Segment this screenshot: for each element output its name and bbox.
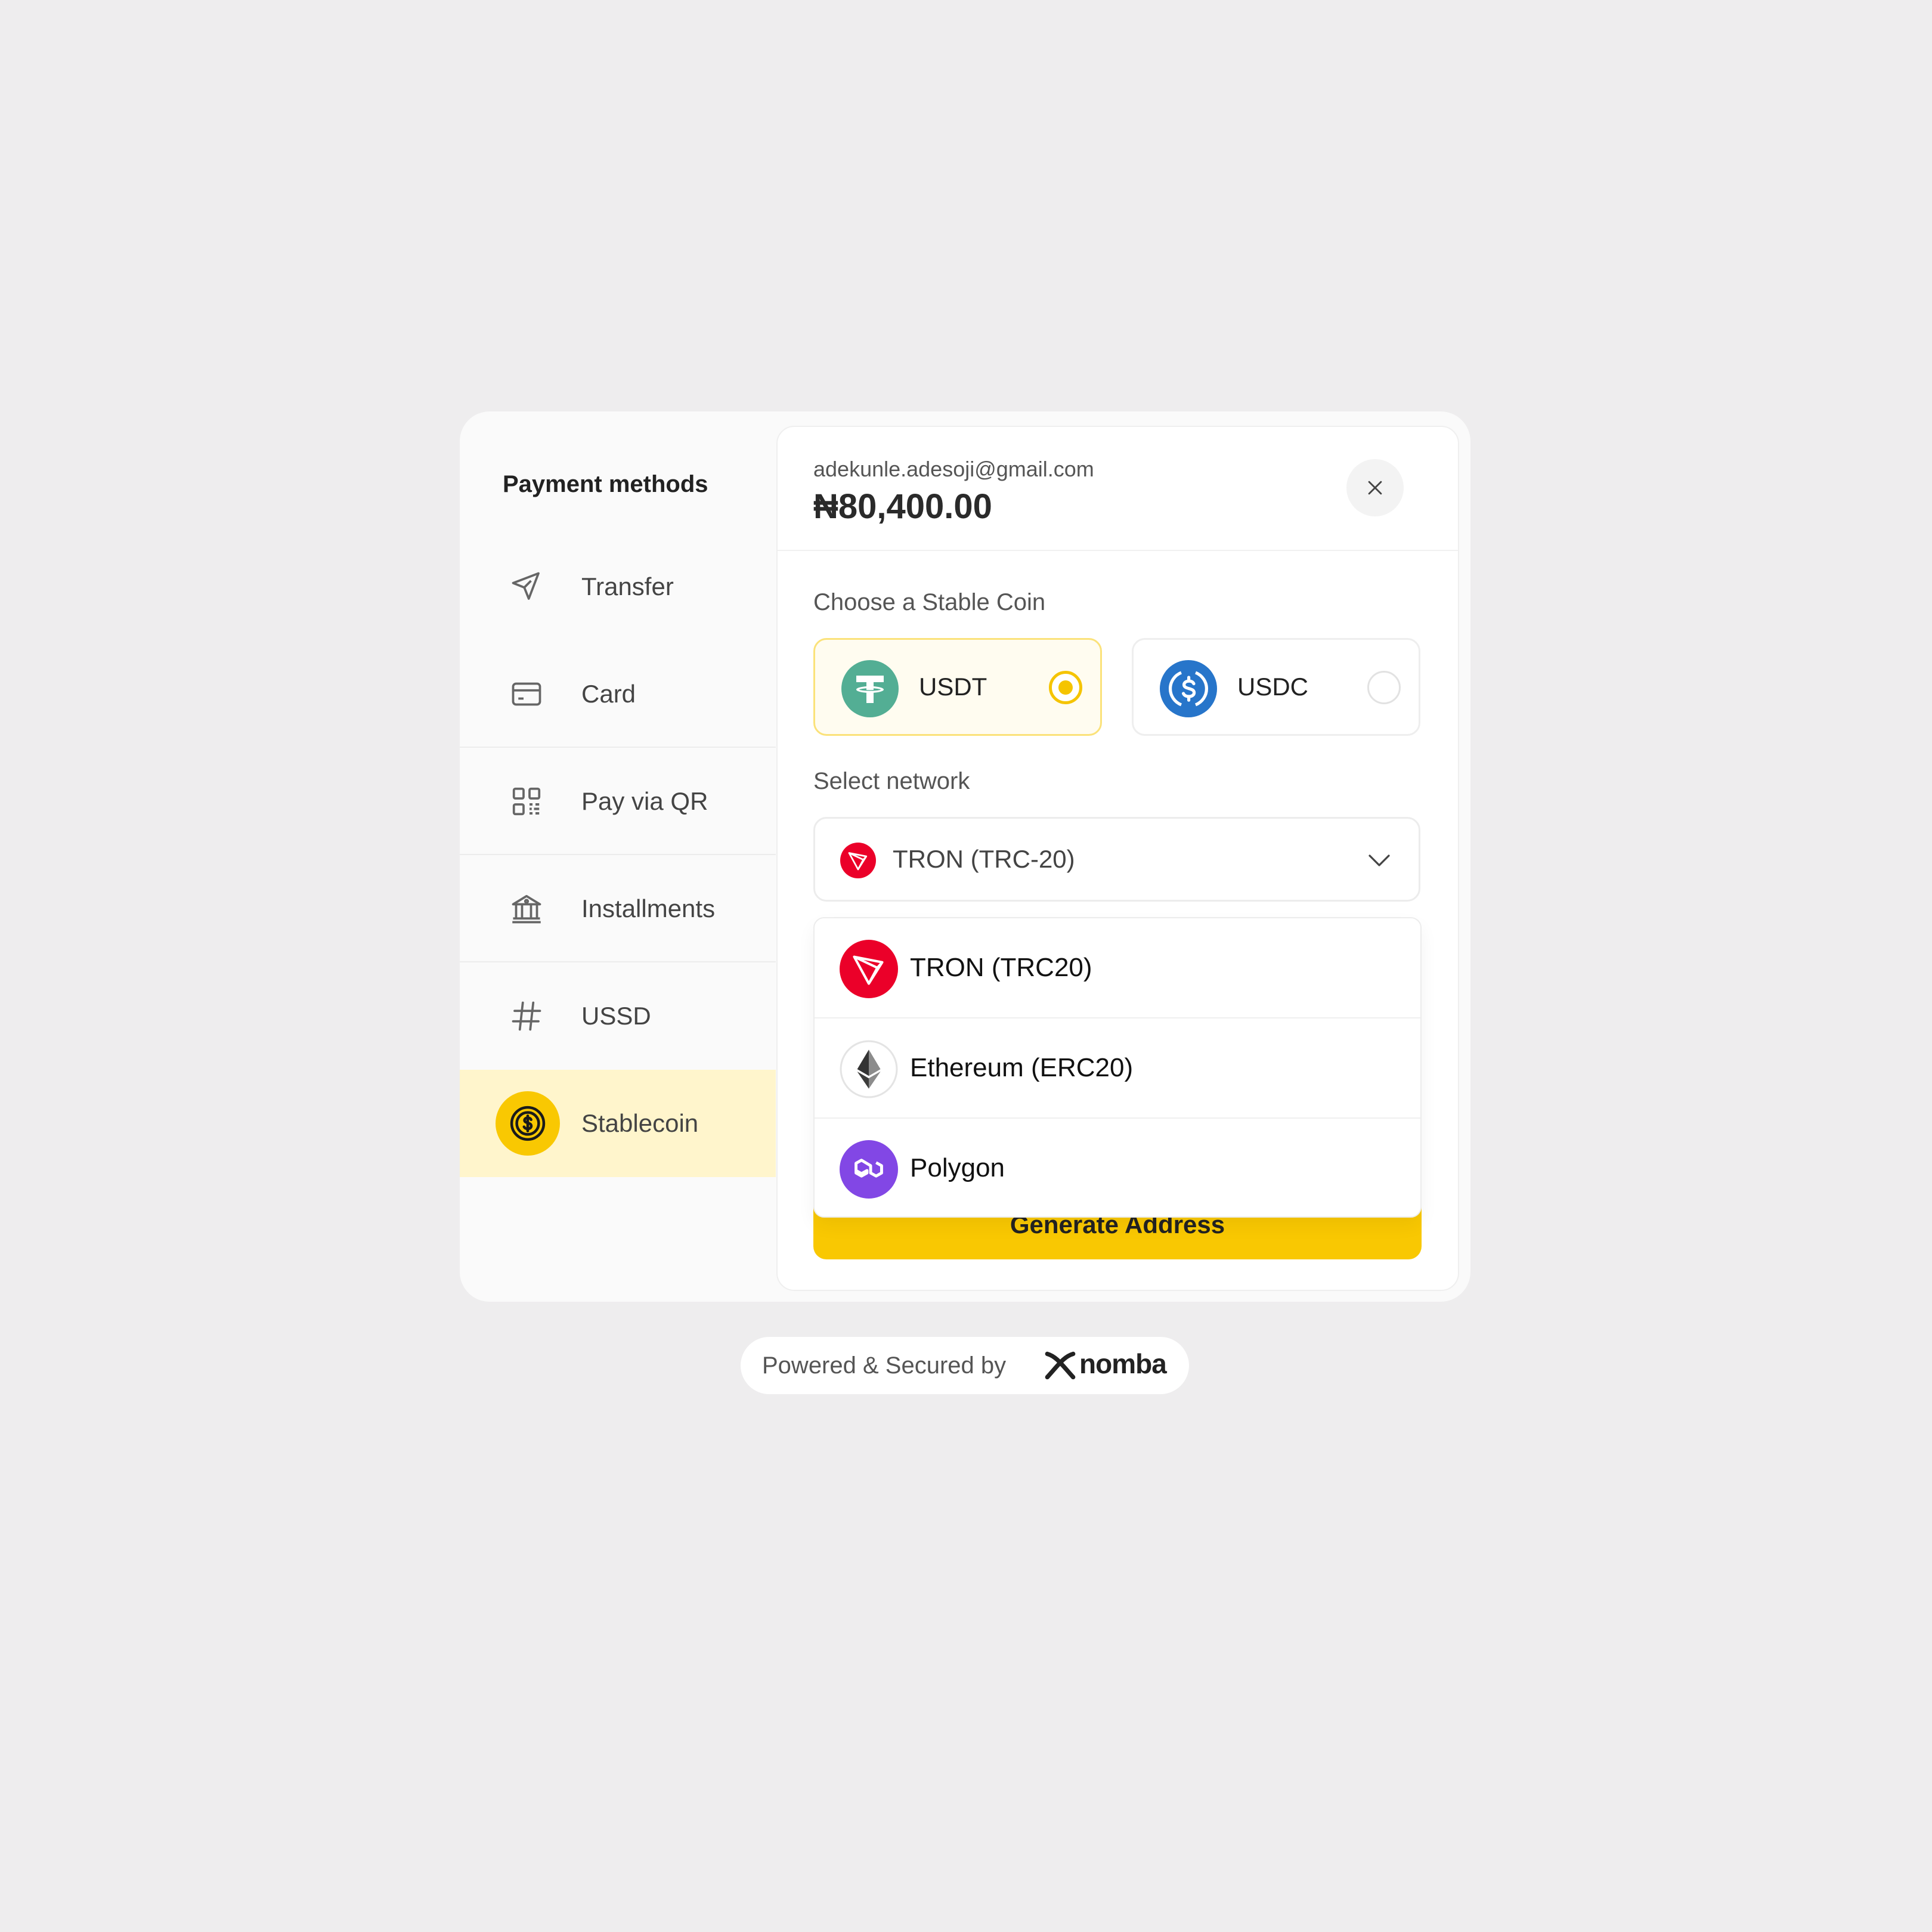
network-dropdown: TRON (TRC20) Ethereum (ERC20) Polygon — [813, 917, 1422, 1218]
powered-by-badge: Powered & Secured by nomba — [741, 1337, 1189, 1394]
sidebar-item-label: USSD — [581, 1002, 651, 1030]
sidebar-item-installments[interactable]: Installments — [460, 855, 776, 962]
ethereum-logo-icon — [840, 1040, 898, 1098]
paper-plane-icon — [512, 572, 540, 600]
hash-icon — [512, 1001, 541, 1031]
usdc-logo-icon — [1160, 660, 1217, 717]
sidebar-item-label: Pay via QR — [581, 787, 708, 815]
tron-logo-icon — [840, 843, 876, 878]
powered-by-text: Powered & Secured by — [762, 1352, 1007, 1379]
sidebar-item-label: Transfer — [581, 572, 674, 600]
network-option-label: Ethereum (ERC20) — [910, 1053, 1134, 1082]
chevron-down-icon — [1368, 854, 1390, 866]
header-divider — [778, 550, 1458, 551]
coin-option-usdt[interactable]: USDT — [813, 638, 1102, 736]
credit-card-icon — [512, 682, 541, 706]
usdt-logo-icon — [841, 660, 899, 717]
coin-radio-usdt[interactable] — [1049, 671, 1082, 704]
selected-network-value: TRON (TRC-20) — [893, 845, 1075, 873]
nomba-logo-icon — [1045, 1351, 1076, 1380]
sidebar-item-card[interactable]: Card — [460, 640, 776, 748]
network-option-polygon[interactable]: Polygon — [815, 1119, 1420, 1216]
bank-icon — [512, 894, 541, 924]
network-option-tron[interactable]: TRON (TRC20) — [815, 918, 1420, 1017]
sidebar-item-label: Card — [581, 680, 636, 708]
network-option-label: Polygon — [910, 1153, 1005, 1182]
qr-code-icon — [512, 787, 541, 816]
payment-amount: ₦80,400.00 — [813, 487, 992, 526]
stablecoin-panel: adekunle.adesoji@gmail.com ₦80,400.00 Ch… — [776, 426, 1459, 1291]
network-option-label: TRON (TRC20) — [910, 953, 1092, 982]
network-select[interactable]: TRON (TRC-20) — [813, 817, 1420, 902]
sidebar-item-label: Stablecoin — [581, 1109, 699, 1137]
choose-coin-label: Choose a Stable Coin — [813, 589, 1046, 615]
close-icon — [1368, 481, 1382, 495]
nomba-brand-text: nomba — [1079, 1348, 1167, 1379]
sidebar-item-stablecoin[interactable]: Stablecoin — [460, 1070, 776, 1177]
sidebar-item-pay-via-qr[interactable]: Pay via QR — [460, 748, 776, 855]
sidebar-item-label: Installments — [581, 894, 716, 922]
sidebar-title: Payment methods — [503, 471, 708, 497]
coin-label: USDC — [1237, 673, 1309, 701]
coin-label: USDT — [919, 673, 987, 701]
customer-email: adekunle.adesoji@gmail.com — [813, 457, 1094, 481]
polygon-logo-icon — [840, 1140, 898, 1199]
tron-logo-icon — [840, 940, 898, 998]
coin-radio-usdc[interactable] — [1367, 671, 1401, 704]
sidebar-item-transfer[interactable]: Transfer — [460, 533, 776, 640]
select-network-label: Select network — [813, 768, 970, 794]
close-button[interactable] — [1346, 459, 1404, 516]
sidebar-item-ussd[interactable]: USSD — [460, 962, 776, 1070]
network-option-ethereum[interactable]: Ethereum (ERC20) — [815, 1018, 1420, 1117]
payment-methods-sidebar: Payment methods Transfer Card Pay via QR… — [460, 411, 776, 1302]
coin-option-usdc[interactable]: USDC — [1132, 638, 1420, 736]
dollar-coin-icon — [496, 1091, 560, 1156]
payment-modal-body: Payment methods Transfer Card Pay via QR… — [460, 411, 1470, 1302]
